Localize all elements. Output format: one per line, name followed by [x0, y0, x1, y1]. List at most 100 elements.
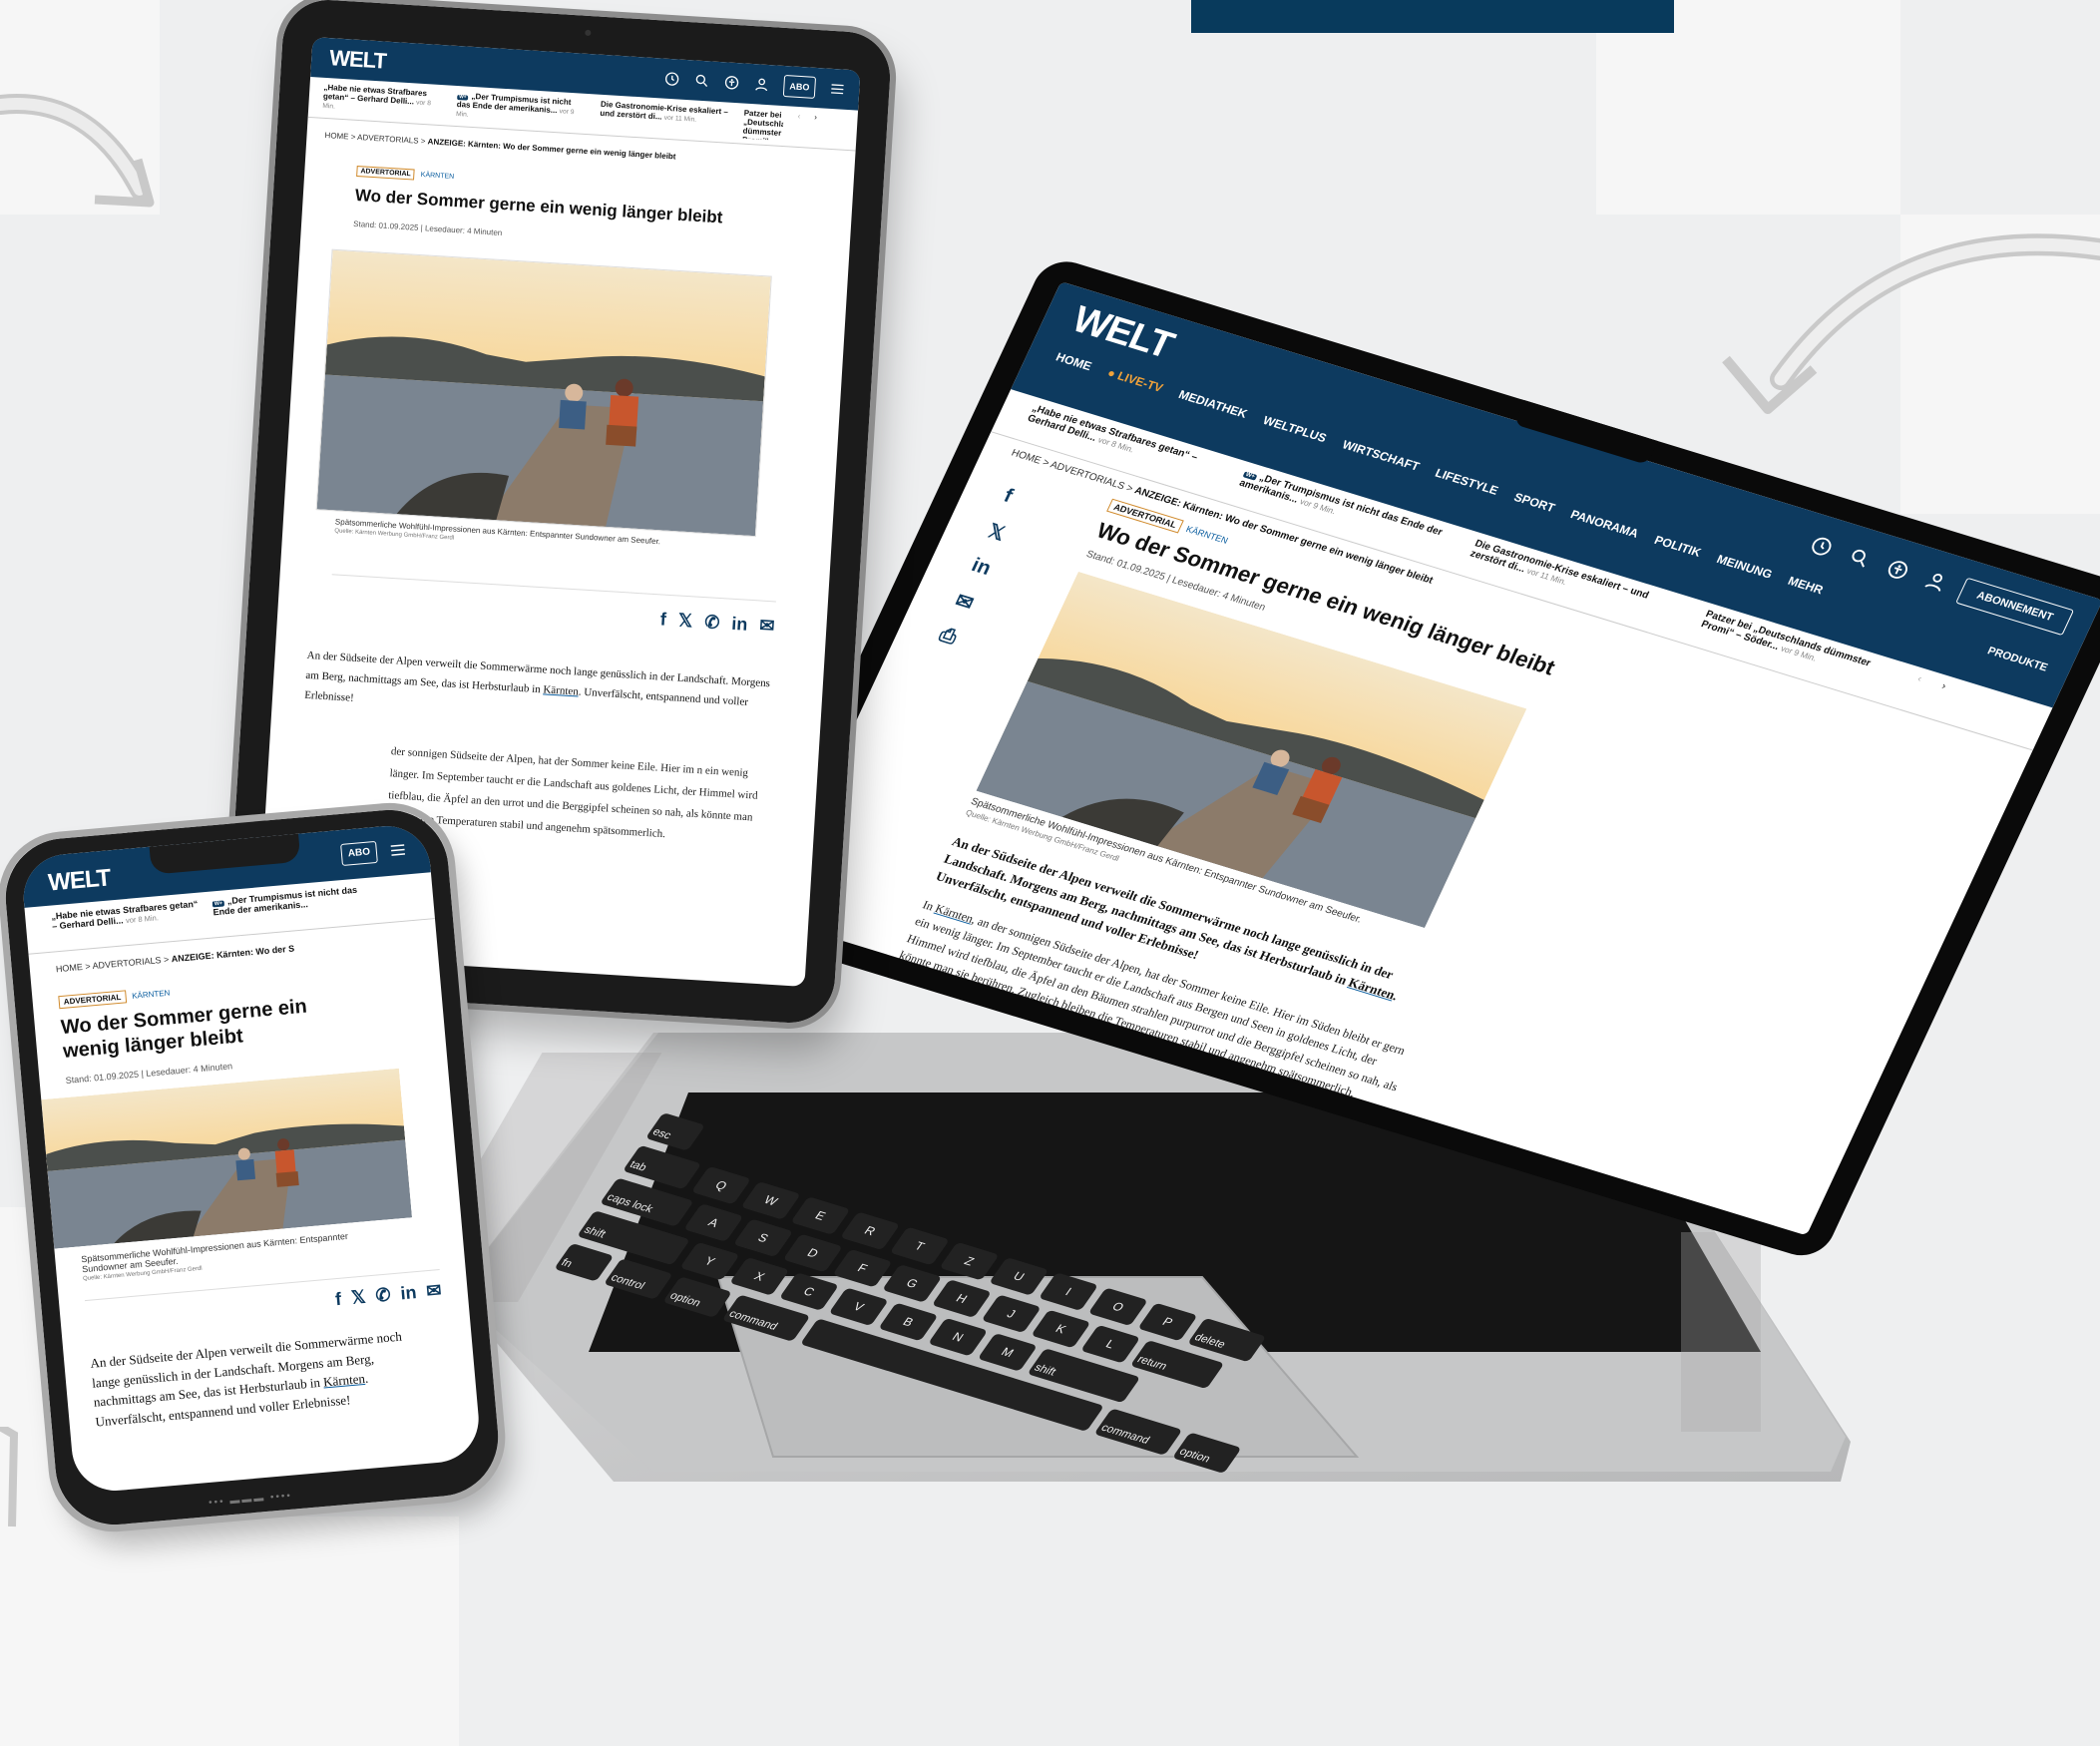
ticker-next-icon[interactable]: › — [813, 113, 817, 143]
facebook-icon[interactable]: f — [659, 609, 666, 630]
ticker-prev-icon[interactable]: ‹ — [1905, 673, 1923, 705]
x-icon[interactable]: 𝕏 — [984, 519, 1012, 547]
breadcrumb-home[interactable]: HOME — [56, 962, 84, 974]
whatsapp-icon[interactable]: ✆ — [704, 612, 720, 634]
nav-weltplus[interactable]: WELTPLUS — [1261, 413, 1329, 445]
key[interactable]: A — [683, 1203, 744, 1242]
mail-icon[interactable]: ✉ — [759, 616, 775, 638]
search-icon[interactable] — [693, 72, 710, 89]
nav-mediathek[interactable]: MEDIATHEK — [1176, 387, 1249, 420]
key[interactable]: C — [778, 1272, 840, 1311]
facebook-icon[interactable]: f — [334, 1289, 342, 1310]
accessibility-icon[interactable] — [1883, 557, 1912, 584]
breadcrumb-section[interactable]: ADVERTORIALS — [92, 955, 162, 971]
clock-icon[interactable] — [663, 71, 680, 88]
advertorial-badge: ADVERTORIAL — [58, 990, 127, 1010]
x-icon[interactable]: 𝕏 — [350, 1287, 366, 1309]
linkedin-icon[interactable]: in — [731, 614, 748, 636]
linkedin-icon[interactable]: in — [968, 555, 994, 581]
nav-panorama[interactable]: PANORAMA — [1568, 507, 1641, 540]
laptop-article-page: WELT HOME ● LIVE-TV MEDIATHEK WELTPLUS W… — [764, 281, 2100, 1236]
abo-button[interactable]: ABO — [782, 74, 817, 99]
key[interactable]: S — [732, 1218, 794, 1258]
key[interactable]: Q — [690, 1165, 752, 1205]
ticker-item[interactable]: „Habe nie etwas Strafbares getan“ – Gerh… — [322, 83, 444, 120]
phone-device: WELT ABO „Habe nie etwas Strafbares geta… — [0, 797, 511, 1537]
linkedin-icon[interactable]: in — [400, 1282, 418, 1304]
topic-link[interactable]: KÄRNTEN — [132, 989, 171, 1001]
key[interactable]: D — [782, 1233, 843, 1273]
key[interactable]: Y — [679, 1241, 740, 1281]
nav-politik[interactable]: POLITIK — [1652, 533, 1703, 560]
nav-wirtschaft[interactable]: WIRTSCHAFT — [1340, 438, 1422, 474]
background-tile — [160, 1517, 459, 1746]
ticker-next-icon[interactable]: › — [1930, 681, 1947, 713]
key[interactable]: V — [828, 1287, 889, 1327]
user-icon[interactable] — [1920, 568, 1950, 595]
breadcrumb-home[interactable]: HOME — [1010, 448, 1043, 467]
laptop-lid: WELT HOME ● LIVE-TV MEDIATHEK WELTPLUS W… — [732, 234, 2100, 1382]
article-lead: An der Südseite der Alpen verweilt die S… — [89, 1328, 403, 1430]
nav-live-tv[interactable]: ● LIVE-TV — [1105, 366, 1165, 395]
top-color-band — [1191, 0, 1674, 33]
key[interactable]: F — [832, 1248, 893, 1288]
article-lead: An der Südseite der Alpen verweilt die S… — [303, 649, 771, 708]
menu-icon[interactable] — [829, 81, 846, 98]
article: ADVERTORIALKÄRNTEN Wo der Sommer gerne e… — [32, 953, 478, 1440]
breadcrumb-current: ANZEIGE: Kärnten: Wo der Sommer gerne ei… — [427, 137, 676, 162]
product-mockup-scene: esc tab Q W E R T Z U I O P delete caps … — [0, 0, 2100, 1746]
user-icon[interactable] — [753, 76, 770, 93]
phone-article-page: WELT ABO „Habe nie etwas Strafbares geta… — [20, 822, 483, 1495]
ticker-item[interactable]: W+ „Der Trumpismus ist nicht das Ende der… — [211, 884, 363, 931]
key[interactable]: W — [740, 1180, 801, 1220]
topic-link[interactable]: KÄRNTEN — [421, 172, 455, 181]
clock-icon[interactable] — [1807, 533, 1837, 560]
laptop-bezel: WELT HOME ● LIVE-TV MEDIATHEK WELTPLUS W… — [732, 254, 2100, 1263]
welt-logo[interactable]: WELT — [47, 864, 111, 897]
header-icons — [1807, 533, 1951, 595]
key-control[interactable]: control — [603, 1258, 673, 1300]
breadcrumb-home[interactable]: HOME — [324, 131, 349, 141]
header-icons: ABO — [663, 68, 846, 101]
key-option[interactable]: option — [1171, 1432, 1242, 1475]
breadcrumb-section[interactable]: ADVERTORIALS — [357, 133, 419, 146]
curved-arrow-icon — [0, 94, 155, 208]
key-option[interactable]: option — [662, 1276, 732, 1318]
ticker-item[interactable]: Patzer bei „Deutschlands dümmster Promi“… — [742, 109, 784, 141]
facebook-icon[interactable]: f — [1000, 485, 1027, 511]
print-icon[interactable]: ⎙ — [936, 624, 963, 650]
x-icon[interactable]: 𝕏 — [677, 611, 693, 633]
breadcrumb-current: ANZEIGE: Kärnten: Wo der S — [171, 943, 295, 965]
ticker-item[interactable]: „Habe nie etwas Strafbares getan“ – Gerh… — [51, 899, 203, 946]
article-hero-image — [315, 248, 772, 538]
search-icon[interactable] — [1845, 545, 1875, 572]
nav-mehr[interactable]: MEHR — [1786, 574, 1826, 597]
mail-icon[interactable]: ✉ — [951, 588, 979, 616]
lake-dock-photo — [316, 249, 771, 537]
produkte-button[interactable]: PRODUKTE — [1985, 645, 2049, 673]
menu-icon[interactable] — [388, 840, 408, 860]
lake-dock-photo — [41, 1068, 412, 1249]
nav-home[interactable]: HOME — [1053, 350, 1093, 373]
kaernten-link[interactable]: Kärnten — [543, 683, 579, 697]
share-bar: f 𝕏 ✆ in ✉ — [84, 1268, 443, 1332]
nav-sport[interactable]: SPORT — [1511, 490, 1557, 515]
nav-meinung[interactable]: MEINUNG — [1715, 552, 1775, 581]
article-hero-image — [41, 1068, 412, 1249]
abo-button[interactable]: ABO — [340, 840, 378, 866]
mail-icon[interactable]: ✉ — [426, 1280, 443, 1302]
advertorial-badge: ADVERTORIAL — [356, 166, 416, 181]
abonnement-button[interactable]: ABONNEMENT — [1955, 577, 2075, 637]
key[interactable]: X — [729, 1256, 790, 1296]
kaernten-link[interactable]: Kärnten — [322, 1371, 365, 1390]
whatsapp-icon[interactable]: ✆ — [375, 1284, 392, 1306]
nav-lifestyle[interactable]: LIFESTYLE — [1433, 466, 1500, 498]
accessibility-icon[interactable] — [723, 74, 740, 91]
key[interactable]: R — [840, 1211, 901, 1251]
ticker-prev-icon[interactable]: ‹ — [796, 112, 800, 142]
welt-logo[interactable]: WELT — [329, 45, 387, 74]
ticker-item[interactable]: W+ „Der Trumpismus ist nicht das Ende der… — [456, 91, 588, 129]
ticker-item[interactable]: Die Gastronomie-Krise eskaliert – und ze… — [599, 100, 730, 138]
key[interactable]: E — [790, 1196, 851, 1235]
article: ADVERTORIALKÄRNTEN Wo der Sommer gerne e… — [264, 151, 853, 861]
